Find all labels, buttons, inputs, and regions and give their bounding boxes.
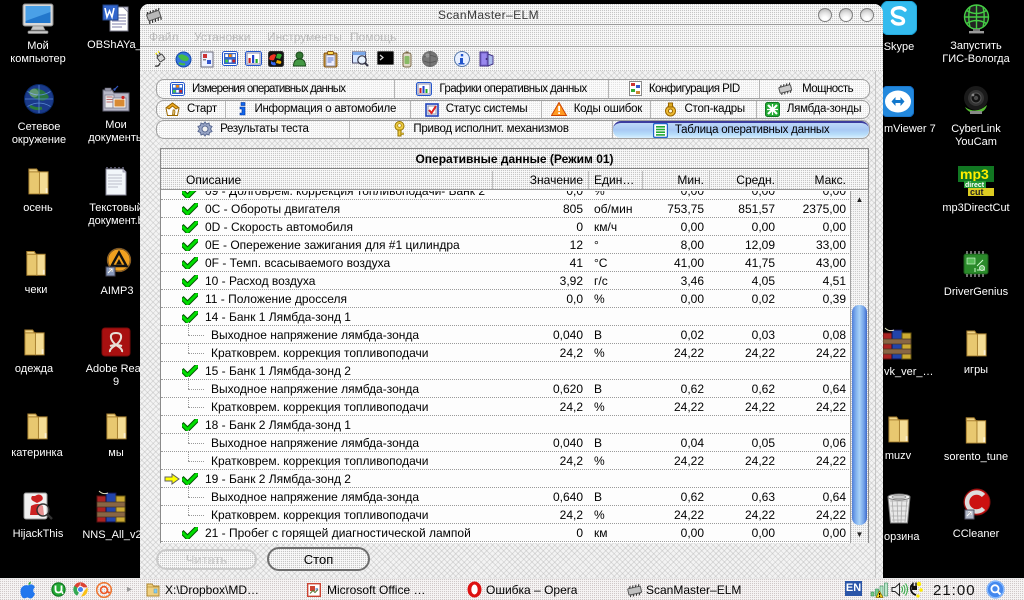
svg-text:mp3: mp3 (960, 166, 989, 182)
svg-text:cut: cut (970, 187, 984, 196)
